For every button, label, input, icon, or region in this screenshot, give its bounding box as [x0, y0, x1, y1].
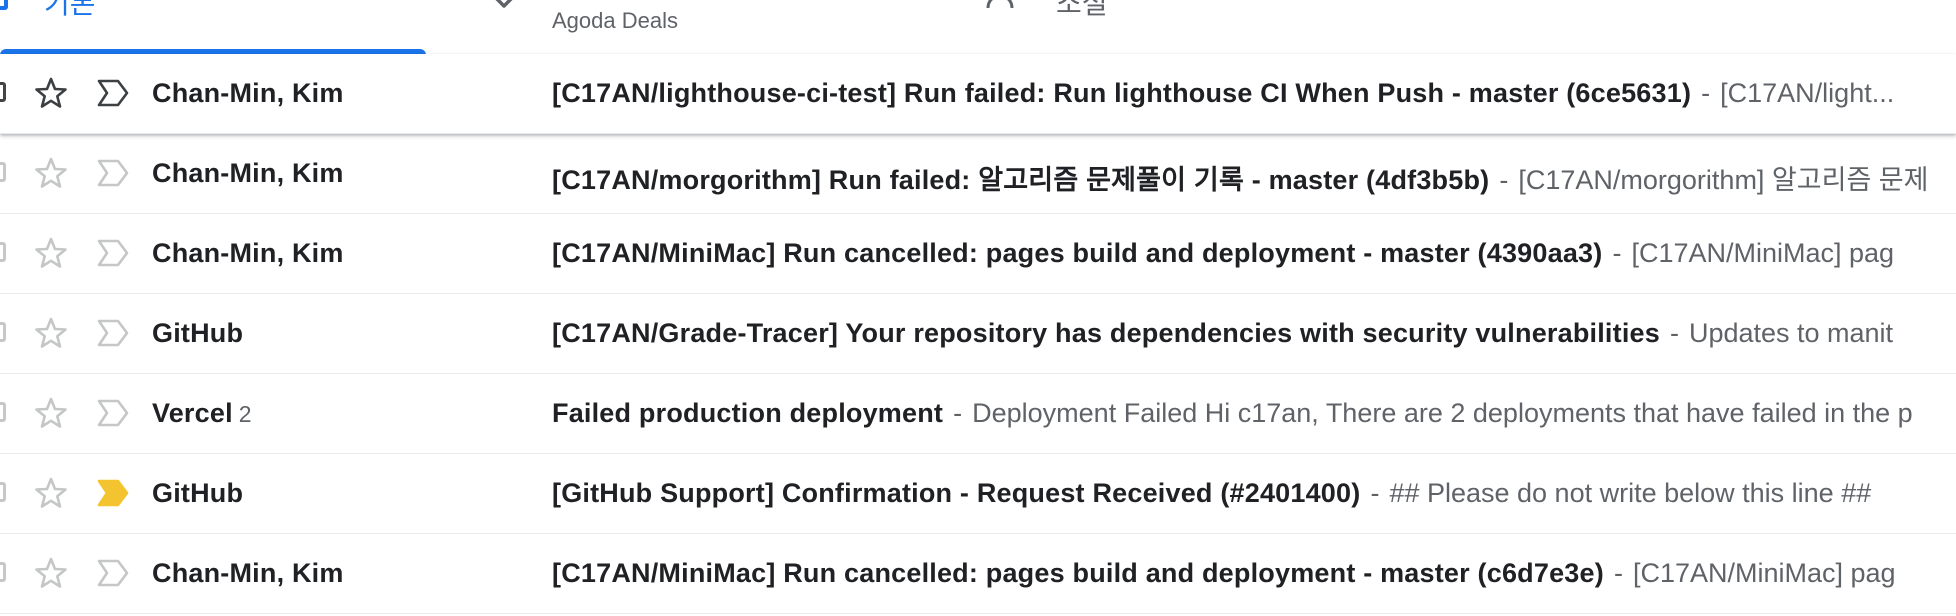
inbox-tabs: 기본 Agoda Deals 소셜 [0, 0, 1956, 55]
important-marker-icon[interactable] [96, 318, 130, 348]
mail-content: Failed production deployment - Deployment … [552, 398, 1913, 429]
tab-social-label: 소셜 [1056, 0, 1108, 19]
sender-name: Chan-Min, Kim [152, 78, 344, 108]
mail-snippet: ## Please do not write below this line #… [1389, 478, 1872, 508]
mail-row[interactable]: Chan-Min, Kim [C17AN/MiniMac] Run cancel… [0, 534, 1956, 614]
row-checkbox[interactable] [0, 82, 6, 102]
mail-row[interactable]: Vercel 2 Failed production deployment - Dep… [0, 374, 1956, 454]
star-icon[interactable] [34, 476, 68, 510]
snippet-separator: - [1612, 238, 1622, 268]
sender-name: Chan-Min, Kim [152, 158, 344, 188]
row-checkbox[interactable] [0, 482, 6, 502]
mail-content: [C17AN/lighthouse-ci-test] Run failed: R… [552, 78, 1894, 109]
inbox-icon [0, 0, 8, 10]
mail-row[interactable]: Chan-Min, Kim [C17AN/lighthouse-ci-test]… [0, 54, 1956, 134]
mail-subject: [C17AN/morgorithm] Run failed: 알고리즘 문제풀이… [552, 165, 1490, 195]
sender-name: GitHub [152, 478, 244, 508]
tab-primary[interactable]: 기본 [0, 0, 426, 55]
star-icon[interactable] [34, 156, 68, 190]
important-marker-icon[interactable] [96, 478, 130, 508]
star-icon[interactable] [34, 76, 68, 110]
mail-snippet: [C17AN/MiniMac] pag [1632, 558, 1896, 588]
sender-name: GitHub [152, 318, 244, 348]
tab-promotions[interactable]: Agoda Deals [426, 0, 946, 54]
mail-subject: [C17AN/Grade-Tracer] Your repository has… [552, 318, 1660, 348]
mail-subject: [GitHub Support] Confirmation - Request … [552, 478, 1361, 508]
mail-content: [GitHub Support] Confirmation - Request … [552, 478, 1871, 509]
snippet-separator: - [1613, 558, 1623, 588]
row-checkbox[interactable] [0, 242, 6, 262]
mail-snippet: Deployment Failed Hi c17an, There are 2 … [972, 398, 1913, 428]
important-marker-icon[interactable] [96, 398, 130, 428]
important-marker-icon[interactable] [96, 238, 130, 268]
mail-row[interactable]: GitHub [C17AN/Grade-Tracer] Your reposit… [0, 294, 1956, 374]
snippet-separator: - [1499, 165, 1509, 195]
mail-subject: Failed production deployment [552, 398, 944, 428]
mail-content: [C17AN/MiniMac] Run cancelled: pages bui… [552, 238, 1894, 269]
sender-name: Chan-Min, Kim [152, 558, 344, 588]
sender-name: Vercel 2 [152, 398, 252, 428]
gmail-inbox-viewport: 기본 Agoda Deals 소셜 Chan-Min, Kim [C17AN/l… [0, 0, 1956, 616]
snippet-separator: - [953, 398, 963, 428]
row-checkbox[interactable] [0, 402, 6, 422]
sender-name: Chan-Min, Kim [152, 238, 344, 268]
star-icon[interactable] [34, 396, 68, 430]
tab-promotions-sub: Agoda Deals [552, 8, 678, 33]
mail-subject: [C17AN/MiniMac] Run cancelled: pages bui… [552, 558, 1604, 588]
star-icon[interactable] [34, 316, 68, 350]
mail-snippet: [C17AN/morgorithm] 알고리즘 문제 [1518, 165, 1929, 195]
mail-content: [C17AN/MiniMac] Run cancelled: pages bui… [552, 558, 1896, 589]
row-checkbox[interactable] [0, 162, 6, 182]
important-marker-icon[interactable] [96, 78, 130, 108]
mail-snippet: Updates to manit [1688, 318, 1894, 348]
star-icon[interactable] [34, 236, 68, 270]
row-checkbox[interactable] [0, 562, 6, 582]
tab-primary-label: 기본 [44, 0, 96, 19]
snippet-separator: - [1370, 478, 1380, 508]
mail-row[interactable]: Chan-Min, Kim [C17AN/morgorithm] Run fai… [0, 134, 1956, 214]
tag-icon [495, 0, 513, 8]
mail-row[interactable]: GitHub [GitHub Support] Confirmation - R… [0, 454, 1956, 534]
star-icon[interactable] [34, 556, 68, 590]
thread-count: 2 [238, 401, 252, 427]
important-marker-icon[interactable] [96, 158, 130, 188]
snippet-separator: - [1701, 78, 1711, 108]
mail-content: [C17AN/Grade-Tracer] Your repository has… [552, 318, 1893, 349]
mail-snippet: [C17AN/MiniMac] pag [1631, 238, 1895, 268]
mail-subject: [C17AN/MiniMac] Run cancelled: pages bui… [552, 238, 1603, 268]
mail-subject: [C17AN/lighthouse-ci-test] Run failed: R… [552, 78, 1692, 108]
people-icon [986, 0, 1014, 9]
tab-social[interactable]: 소셜 [946, 0, 1466, 54]
mail-content: [C17AN/morgorithm] Run failed: 알고리즘 문제풀이… [552, 158, 1928, 197]
row-checkbox[interactable] [0, 322, 6, 342]
mail-row[interactable]: Chan-Min, Kim [C17AN/MiniMac] Run cancel… [0, 214, 1956, 294]
snippet-separator: - [1669, 318, 1679, 348]
mail-snippet: [C17AN/light... [1720, 78, 1895, 108]
mail-list: Chan-Min, Kim [C17AN/lighthouse-ci-test]… [0, 54, 1956, 614]
important-marker-icon[interactable] [96, 558, 130, 588]
